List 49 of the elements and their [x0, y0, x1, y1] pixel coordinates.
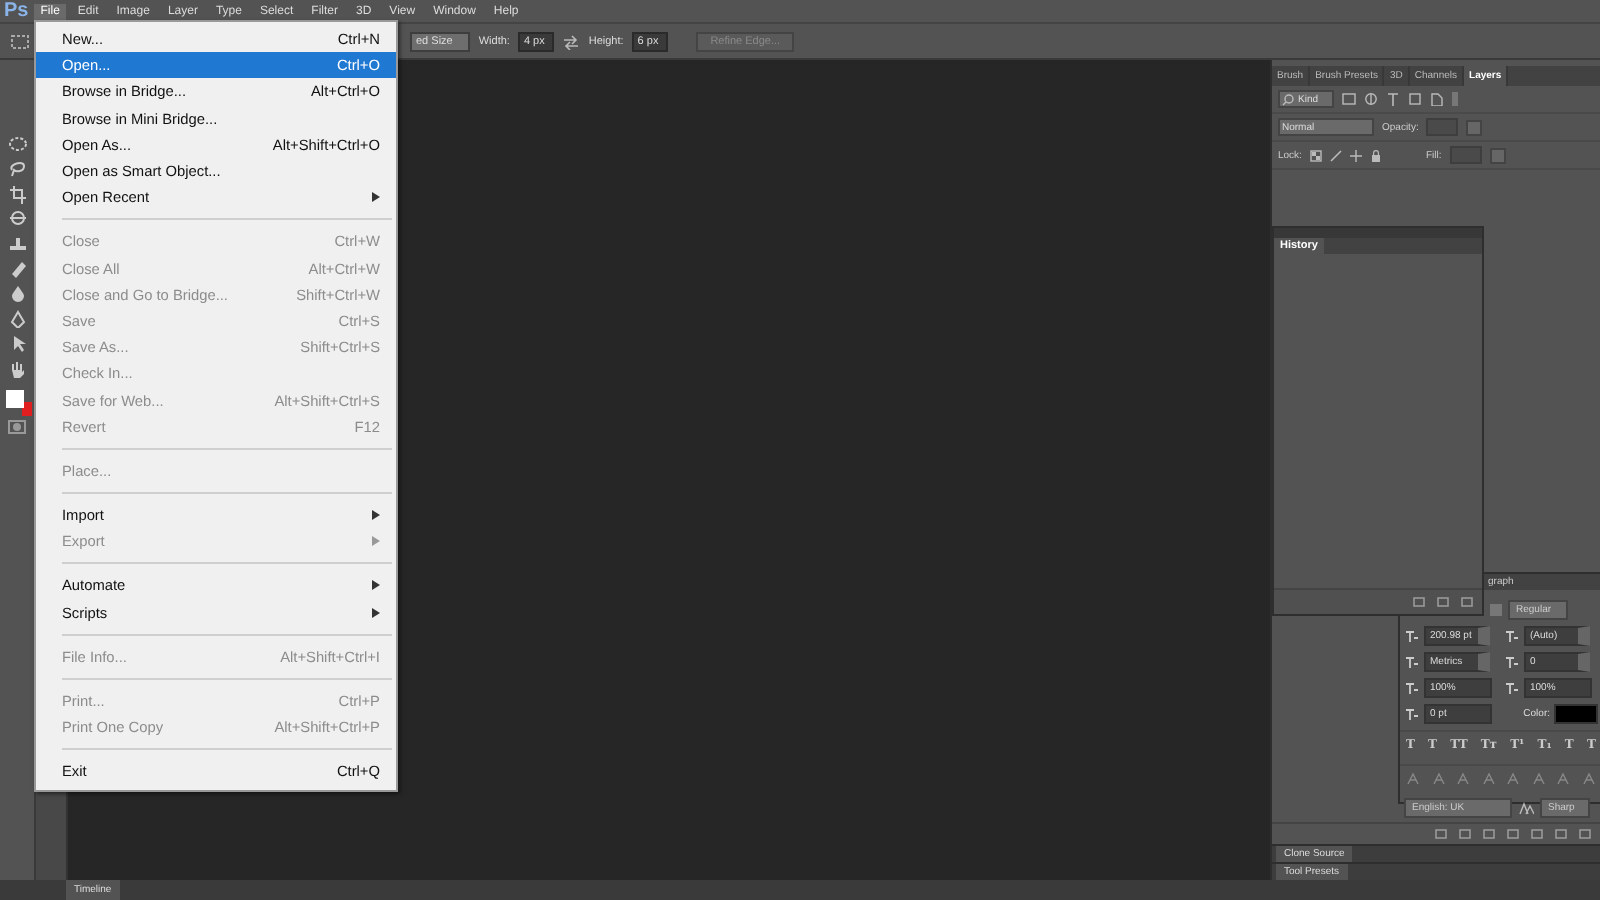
text-color-swatch[interactable]	[1554, 704, 1598, 724]
submenu-arrow-icon	[372, 607, 380, 618]
eraser-icon[interactable]	[7, 259, 27, 278]
foreground-color-swatch[interactable]	[5, 389, 23, 408]
dashed-rectangle-icon[interactable]	[10, 33, 30, 49]
stamp-icon[interactable]	[7, 235, 27, 254]
submenu-arrow-icon	[372, 510, 380, 521]
background-color-swatch[interactable]	[21, 401, 31, 416]
shape-filter-icon[interactable]	[1408, 92, 1423, 106]
aa-icon	[1518, 801, 1534, 815]
app-logo: Ps	[2, 0, 31, 22]
swap-arrows-icon[interactable]	[562, 33, 581, 49]
tracking-icon	[1504, 655, 1520, 669]
opentype-icon[interactable]	[1431, 772, 1446, 786]
opentype-icon[interactable]	[1531, 772, 1546, 786]
baseline-shift-icon	[1404, 707, 1420, 721]
type-filter-icon[interactable]	[1386, 92, 1401, 106]
dashed-ellipse-icon[interactable]	[7, 136, 27, 154]
circle-filter-icon[interactable]	[1364, 92, 1379, 106]
drop-icon[interactable]	[7, 284, 27, 303]
filter-toggle[interactable]	[1452, 92, 1459, 106]
kerning-icon	[1404, 655, 1420, 669]
submenu-arrow-icon	[372, 192, 380, 203]
font-size-icon	[1404, 629, 1420, 643]
opentype-icon[interactable]	[1556, 772, 1571, 786]
checker-lock-icon[interactable]	[1309, 149, 1322, 161]
opentype-icon[interactable]	[1581, 772, 1596, 786]
submenu-arrow-icon	[372, 580, 380, 591]
opentype-icon[interactable]	[1406, 772, 1420, 786]
brush-lock-icon[interactable]	[1329, 149, 1342, 161]
move-lock-icon[interactable]	[1349, 149, 1362, 161]
opacity-stepper[interactable]	[1466, 119, 1483, 135]
crop-icon[interactable]	[7, 185, 27, 204]
opentype-icon[interactable]	[1456, 772, 1471, 786]
opentype-icon[interactable]	[1481, 772, 1496, 786]
image-filter-icon[interactable]	[1342, 92, 1357, 106]
leading-icon	[1504, 629, 1520, 643]
pen-icon[interactable]	[7, 309, 27, 328]
fill-stepper[interactable]	[1489, 147, 1506, 163]
opentype-icon[interactable]	[1506, 772, 1521, 786]
target-icon[interactable]	[7, 210, 27, 229]
document-filter-icon[interactable]	[1430, 92, 1445, 106]
vertical-scale-icon	[1404, 681, 1420, 695]
horizontal-scale-icon	[1504, 681, 1520, 695]
submenu-arrow-icon	[372, 536, 380, 547]
lasso-icon[interactable]	[7, 160, 27, 179]
padlock-icon[interactable]	[1369, 149, 1382, 161]
hand-icon[interactable]	[7, 359, 27, 378]
search-icon	[1282, 93, 1294, 105]
